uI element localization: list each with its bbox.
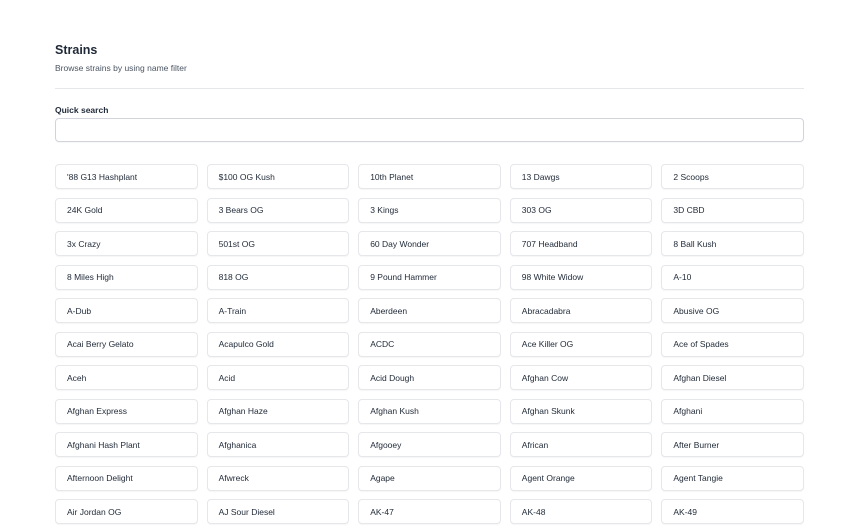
divider [55,88,804,89]
strain-card[interactable]: 3 Bears OG [206,197,350,223]
strain-card[interactable]: 10th Planet [358,164,501,189]
strain-card[interactable]: After Burner [661,432,804,457]
strain-card[interactable]: Acid Dough [358,365,501,390]
page-subtitle: Browse strains by using name filter [55,63,187,73]
strain-card[interactable]: $100 OG Kush [206,164,350,189]
strain-card[interactable]: 707 Headband [509,231,653,256]
page-title: Strains [55,43,98,57]
quick-search-input[interactable] [55,118,804,142]
strain-card[interactable]: 13 Dawgs [509,164,653,189]
strain-card[interactable]: Afghani Hash Plant [55,432,198,457]
strain-card[interactable]: A-10 [661,264,804,290]
strain-card[interactable]: Abracadabra [509,298,653,323]
strain-card[interactable]: Agent Tangie [661,465,804,491]
strain-card[interactable]: AK-47 [358,499,501,524]
strain-card[interactable]: ACDC [358,331,501,357]
strain-card[interactable]: Afghani [661,398,804,424]
strain-card[interactable]: Afghan Cow [509,365,653,390]
strain-card[interactable]: Agent Orange [509,465,653,491]
strain-card[interactable]: A-Dub [55,298,198,323]
strain-card[interactable]: 818 OG [206,264,350,290]
strain-card[interactable]: Afwreck [206,465,350,491]
strain-card[interactable]: A-Train [206,298,350,323]
strain-card[interactable]: Afghan Haze [206,398,350,424]
strain-card[interactable]: Ace Killer OG [509,331,653,357]
strain-card[interactable]: Abusive OG [661,298,804,323]
strain-card[interactable]: Aceh [55,365,198,390]
strain-card[interactable]: AJ Sour Diesel [206,499,350,524]
strain-card[interactable]: '88 G13 Hashplant [55,164,198,189]
strain-card[interactable]: 3x Crazy [55,231,198,256]
strain-card[interactable]: 2 Scoops [661,164,804,189]
strain-card[interactable]: 3D CBD [661,197,804,223]
search-label: Quick search [55,105,109,115]
strain-card[interactable]: 8 Miles High [55,264,198,290]
strain-card[interactable]: Agape [358,465,501,491]
strain-card[interactable]: AK-49 [661,499,804,524]
strain-card[interactable]: 60 Day Wonder [358,231,501,256]
strain-card[interactable]: 9 Pound Hammer [358,264,501,290]
strain-card[interactable]: Afghan Skunk [509,398,653,424]
strain-card[interactable]: 303 OG [509,197,653,223]
strain-card[interactable]: 24K Gold [55,197,198,223]
strain-card[interactable]: Afghan Kush [358,398,501,424]
strain-card[interactable]: Acai Berry Gelato [55,331,198,357]
strain-card[interactable]: Air Jordan OG [55,499,198,524]
strain-card[interactable]: Afgooey [358,432,501,457]
strain-card[interactable]: Afghanica [206,432,350,457]
strain-card[interactable]: 8 Ball Kush [661,231,804,256]
strain-card[interactable]: 98 White Widow [509,264,653,290]
strain-card[interactable]: Aberdeen [358,298,501,323]
strain-card[interactable]: AK-48 [509,499,653,524]
strain-card[interactable]: 3 Kings [358,197,501,223]
strain-card[interactable]: Afghan Diesel [661,365,804,390]
strain-card[interactable]: Afghan Express [55,398,198,424]
strain-card[interactable]: Ace of Spades [661,331,804,357]
strain-card[interactable]: Acapulco Gold [206,331,350,357]
strain-grid: '88 G13 Hashplant $100 OG Kush 10th Planet… [55,164,804,524]
strain-card[interactable]: 501st OG [206,231,350,256]
strain-card[interactable]: African [509,432,653,457]
strain-card[interactable]: Afternoon Delight [55,465,198,491]
strain-card[interactable]: Acid [206,365,350,390]
